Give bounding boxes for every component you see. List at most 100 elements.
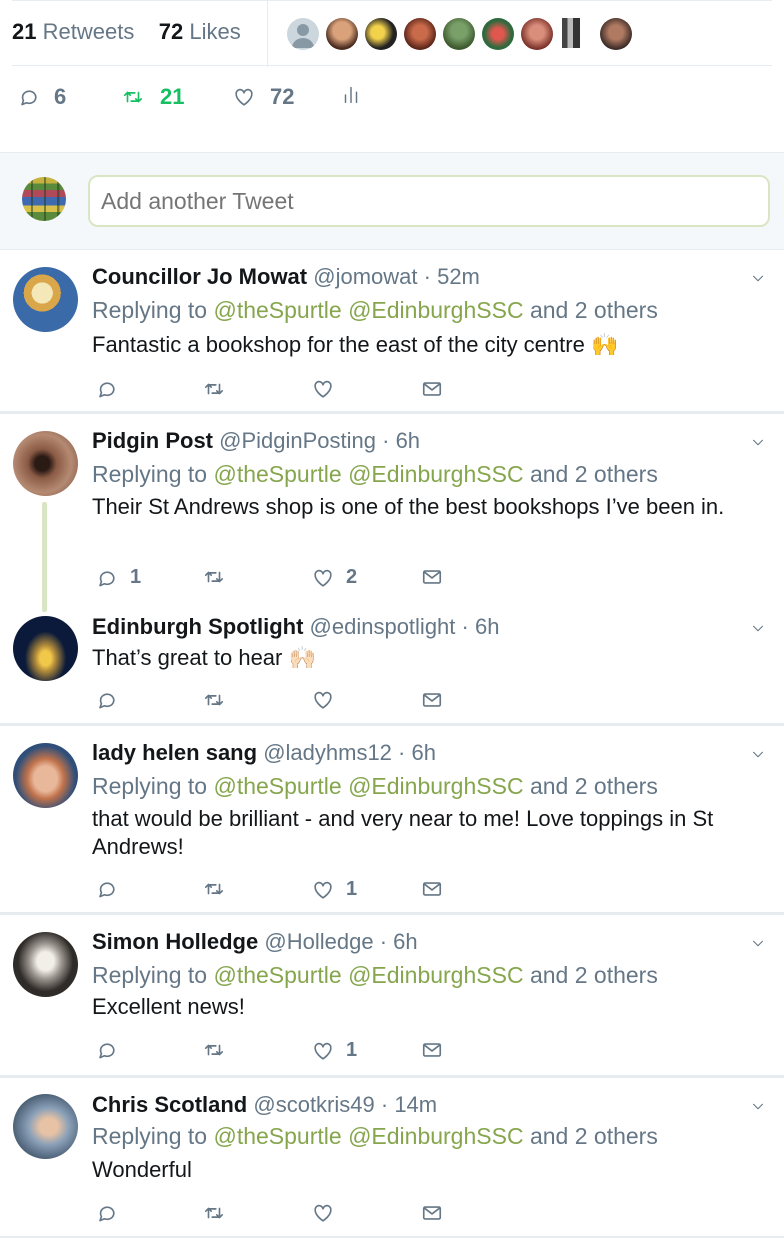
- tweet-author-handle[interactable]: @Holledge: [264, 929, 373, 954]
- mention-link[interactable]: @EdinburghSSC: [348, 962, 524, 988]
- retweet-icon: [202, 1039, 226, 1061]
- avatar[interactable]: [13, 431, 78, 496]
- tweet-author-name[interactable]: Edinburgh Spotlight: [92, 614, 303, 639]
- tweet-timestamp[interactable]: · 6h: [382, 428, 420, 453]
- like-button[interactable]: 1: [312, 1039, 357, 1062]
- mention-link[interactable]: @EdinburghSSC: [348, 461, 524, 487]
- replying-others[interactable]: and 2 others: [530, 297, 658, 323]
- like-button[interactable]: 1: [312, 878, 357, 901]
- mention-link[interactable]: @EdinburghSSC: [348, 297, 524, 323]
- retweet-button[interactable]: [202, 878, 238, 900]
- direct-message-button[interactable]: [421, 378, 455, 400]
- avatar[interactable]: [13, 932, 78, 997]
- avatar[interactable]: [600, 18, 632, 50]
- tweet-reply[interactable]: Edinburgh Spotlight @edinspotlight · 6h …: [0, 600, 784, 724]
- reply-button[interactable]: [96, 378, 130, 400]
- reply-button[interactable]: [96, 689, 130, 711]
- retweet-button[interactable]: [202, 378, 238, 400]
- tweet-reply[interactable]: Pidgin Post @PidginPosting · 6h Replying…: [0, 414, 784, 612]
- reply-button[interactable]: [96, 1039, 130, 1061]
- analytics-button[interactable]: [340, 84, 376, 106]
- direct-message-button[interactable]: [421, 1202, 455, 1224]
- reply-button[interactable]: [96, 878, 130, 900]
- reply-count: 6: [54, 84, 67, 109]
- tweet-author-name[interactable]: lady helen sang: [92, 740, 257, 765]
- retweet-button[interactable]: 21: [120, 84, 184, 110]
- direct-message-button[interactable]: [421, 1039, 455, 1061]
- tweet-text: That’s great to hear 🙌🏻: [92, 645, 316, 670]
- chevron-down-icon[interactable]: [748, 1102, 768, 1116]
- tweet-author-name[interactable]: Pidgin Post: [92, 428, 213, 453]
- like-count: 1: [346, 878, 358, 900]
- retweet-button[interactable]: [202, 1039, 238, 1061]
- tweet-reply[interactable]: Simon Holledge @Holledge · 6h Replying t…: [0, 915, 784, 1075]
- tweet-author-handle[interactable]: @ladyhms12: [263, 740, 392, 765]
- retweet-icon: [202, 378, 226, 400]
- retweet-count: 21: [160, 84, 185, 109]
- reply-button[interactable]: 1: [96, 566, 141, 589]
- analytics-icon: [340, 84, 362, 106]
- replying-others[interactable]: and 2 others: [530, 962, 658, 988]
- mention-link[interactable]: @theSpurtle: [213, 773, 341, 799]
- mention-link[interactable]: @theSpurtle: [213, 962, 341, 988]
- chevron-down-icon[interactable]: [748, 438, 768, 452]
- message-icon: [421, 878, 443, 900]
- chevron-down-icon[interactable]: [748, 750, 768, 764]
- tweet-author-handle[interactable]: @scotkris49: [253, 1092, 374, 1117]
- like-button[interactable]: [312, 689, 346, 711]
- avatar[interactable]: [326, 18, 358, 50]
- like-button[interactable]: [312, 378, 346, 400]
- mention-link[interactable]: @EdinburghSSC: [348, 773, 524, 799]
- direct-message-button[interactable]: [421, 878, 455, 900]
- chevron-down-icon[interactable]: [748, 939, 768, 953]
- avatar[interactable]: [443, 18, 475, 50]
- reply-button[interactable]: [96, 1202, 130, 1224]
- tweet-reply[interactable]: Councillor Jo Mowat @jomowat · 52m Reply…: [0, 250, 784, 412]
- chevron-down-icon[interactable]: [748, 624, 768, 638]
- mention-link[interactable]: @theSpurtle: [213, 297, 341, 323]
- avatar[interactable]: [562, 18, 580, 48]
- tweet-timestamp[interactable]: · 14m: [381, 1092, 437, 1117]
- replying-others[interactable]: and 2 others: [530, 461, 658, 487]
- tweet-timestamp[interactable]: · 52m: [424, 264, 480, 289]
- reply-button[interactable]: 6: [18, 84, 66, 110]
- avatar[interactable]: [365, 18, 397, 50]
- add-tweet-input[interactable]: [88, 175, 770, 227]
- like-button[interactable]: 2: [312, 566, 357, 589]
- avatar[interactable]: [482, 18, 514, 50]
- like-button[interactable]: 72: [232, 84, 294, 110]
- tweet-author-name[interactable]: Simon Holledge: [92, 929, 258, 954]
- avatar[interactable]: [22, 177, 66, 221]
- avatar[interactable]: [404, 18, 436, 50]
- avatar[interactable]: [13, 743, 78, 808]
- direct-message-button[interactable]: [421, 566, 455, 588]
- mention-link[interactable]: @theSpurtle: [213, 461, 341, 487]
- tweet-timestamp[interactable]: · 6h: [462, 614, 500, 639]
- tweet-author-handle[interactable]: @edinspotlight: [310, 614, 456, 639]
- avatar[interactable]: [13, 1094, 78, 1159]
- direct-message-button[interactable]: [421, 689, 455, 711]
- mention-link[interactable]: @EdinburghSSC: [348, 1123, 524, 1149]
- avatar[interactable]: [13, 616, 78, 681]
- avatar[interactable]: [521, 18, 553, 50]
- like-count: 1: [346, 1039, 358, 1061]
- tweet-author-name[interactable]: Chris Scotland: [92, 1092, 247, 1117]
- tweet-reply[interactable]: Chris Scotland @scotkris49 · 14m Replyin…: [0, 1078, 784, 1236]
- tweet-author-handle[interactable]: @jomowat: [313, 264, 417, 289]
- retweet-button[interactable]: [202, 566, 238, 588]
- tweet-reply[interactable]: lady helen sang @ladyhms12 · 6h Replying…: [0, 726, 784, 912]
- engagement-counts[interactable]: 21 Retweets 72 Likes: [12, 19, 241, 45]
- replying-others[interactable]: and 2 others: [530, 773, 658, 799]
- retweet-button[interactable]: [202, 689, 238, 711]
- avatar[interactable]: [287, 18, 319, 50]
- mention-link[interactable]: @theSpurtle: [213, 1123, 341, 1149]
- replying-others[interactable]: and 2 others: [530, 1123, 658, 1149]
- avatar[interactable]: [13, 267, 78, 332]
- tweet-author-handle[interactable]: @PidginPosting: [219, 428, 376, 453]
- like-button[interactable]: [312, 1202, 346, 1224]
- tweet-author-name[interactable]: Councillor Jo Mowat: [92, 264, 307, 289]
- retweet-button[interactable]: [202, 1202, 238, 1224]
- tweet-timestamp[interactable]: · 6h: [398, 740, 436, 765]
- chevron-down-icon[interactable]: [748, 274, 768, 288]
- tweet-timestamp[interactable]: · 6h: [380, 929, 418, 954]
